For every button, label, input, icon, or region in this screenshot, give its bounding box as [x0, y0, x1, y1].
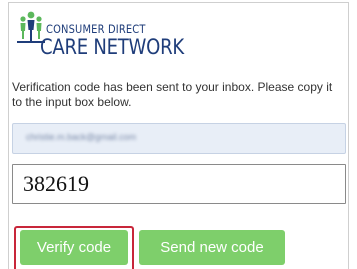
email-value: christie.m.back@gmail.com — [26, 132, 137, 142]
brand-name-line2: CARE NETWORK — [40, 35, 184, 59]
brand-logo: CONSUMER DIRECT CARE NETWORK — [16, 10, 206, 68]
verify-code-button[interactable]: Verify code — [20, 230, 128, 265]
brand-name-line1: CONSUMER DIRECT — [46, 22, 146, 36]
email-field[interactable]: christie.m.back@gmail.com — [12, 123, 346, 154]
verification-message: Verification code has been sent to your … — [12, 80, 333, 109]
send-new-code-button[interactable]: Send new code — [139, 230, 285, 265]
verification-code-input[interactable] — [12, 164, 346, 204]
